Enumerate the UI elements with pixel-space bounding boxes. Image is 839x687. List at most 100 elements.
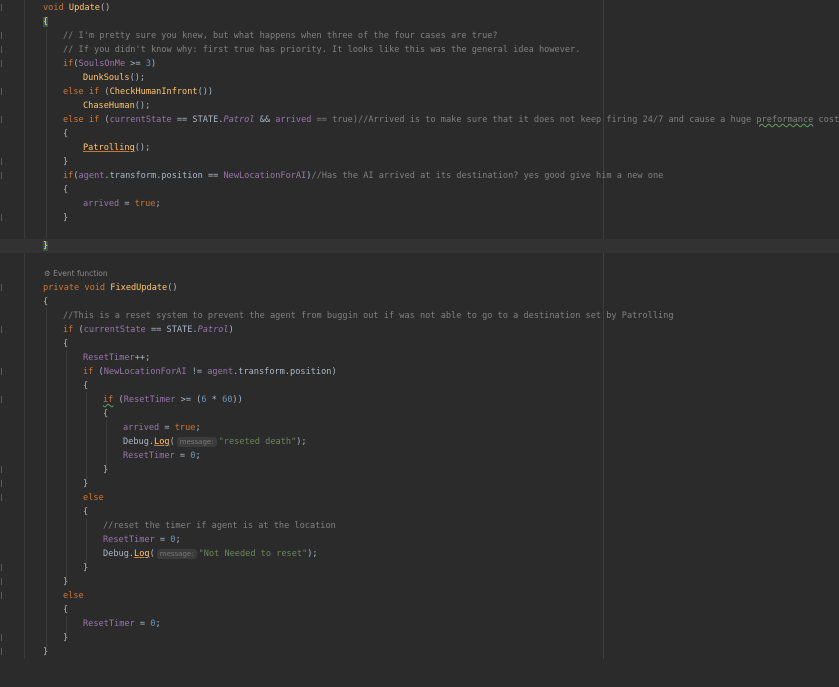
- code-text: ();: [134, 143, 151, 153]
- code-line[interactable]: }: [0, 463, 839, 477]
- code-line[interactable]: }: [0, 575, 839, 589]
- code-line[interactable]: void Update(): [0, 1, 839, 15]
- code-line[interactable]: {: [0, 379, 839, 393]
- code-line[interactable]: else if (CheckHumanInfront()): [0, 85, 839, 99]
- code-text: >= (: [175, 395, 202, 405]
- code-line[interactable]: }: [0, 561, 839, 575]
- code-vision-hint[interactable]: ⚙ Event function: [0, 267, 839, 281]
- code-text: ==: [311, 115, 333, 125]
- method-name: ChaseHuman: [83, 101, 135, 111]
- code-line[interactable]: else: [0, 589, 839, 603]
- code-text: );: [307, 549, 318, 559]
- keyword[interactable]: if: [103, 395, 113, 405]
- event-function-label: Event function: [53, 269, 108, 278]
- code-text: STATE.: [192, 115, 224, 125]
- code-text: ++;: [134, 353, 151, 363]
- string-literal: "reseted death": [218, 437, 297, 447]
- code-text: position: [161, 171, 203, 181]
- code-text: (: [113, 395, 124, 405]
- code-line[interactable]: {: [0, 505, 839, 519]
- code-line[interactable]: }: [0, 477, 839, 491]
- code-line[interactable]: {: [0, 295, 839, 309]
- comment: // If you didn't know why: first true ha…: [63, 45, 581, 55]
- code-line[interactable]: if(SoulsOnMe >= 3): [0, 57, 839, 71]
- field: currentState: [83, 325, 146, 335]
- code-editor[interactable]: void Update() { // I'm pretty sure you k…: [0, 0, 839, 659]
- code-line[interactable]: if (NewLocationForAI != agent.transform.…: [0, 365, 839, 379]
- code-line[interactable]: {: [0, 603, 839, 617]
- code-line[interactable]: else if (currentState == STATE.Patrol &&…: [0, 113, 839, 127]
- code-line[interactable]: }: [0, 645, 839, 659]
- code-text: (: [73, 325, 84, 335]
- method-name: FixedUpdate: [110, 283, 168, 293]
- enum-member: Patrol: [197, 325, 229, 335]
- code-text: ==: [202, 171, 224, 181]
- code-line[interactable]: Debug.Log(message: "reseted death");: [0, 435, 839, 449]
- code-text: =: [134, 619, 151, 629]
- code-line[interactable]: Patrolling();: [0, 141, 839, 155]
- code-text: *: [206, 395, 223, 405]
- code-text: ();: [134, 101, 151, 111]
- method-name: DunkSouls: [83, 73, 130, 83]
- code-line[interactable]: // If you didn't know why: first true ha…: [0, 43, 839, 57]
- method-name[interactable]: Patrolling: [83, 143, 135, 153]
- code-line[interactable]: ResetTimer = 0;: [0, 449, 839, 463]
- code-text: =: [119, 199, 135, 209]
- comment: //Arrived is to make sure that it does n…: [358, 115, 757, 125]
- number: 60: [222, 395, 233, 405]
- brace: }: [43, 241, 49, 251]
- comment: //reset the timer if agent is at the loc…: [103, 521, 336, 531]
- keyword: else: [63, 115, 84, 125]
- code-text: (: [99, 115, 110, 125]
- typo-highlight[interactable]: preformance: [756, 115, 813, 125]
- code-line[interactable]: ResetTimer = 0;: [0, 617, 839, 631]
- code-line[interactable]: arrived = true;: [0, 421, 839, 435]
- code-line[interactable]: if(agent.transform.position == NewLocati…: [0, 169, 839, 183]
- method-name[interactable]: Log: [154, 437, 170, 447]
- enum-member: Patrol: [223, 115, 255, 125]
- code-line[interactable]: if (ResetTimer >= (6 * 60)): [0, 393, 839, 407]
- code-line[interactable]: private void FixedUpdate(): [0, 281, 839, 295]
- code-line[interactable]: //This is a reset system to prevent the …: [0, 309, 839, 323]
- code-text: Debug.: [103, 549, 135, 559]
- code-line[interactable]: DunkSouls();: [0, 71, 839, 85]
- code-line[interactable]: //reset the timer if agent is at the loc…: [0, 519, 839, 533]
- parameter-hint: message:: [176, 437, 217, 447]
- code-line[interactable]: {: [0, 407, 839, 421]
- code-text: ;: [175, 535, 181, 545]
- code-line[interactable]: {: [0, 183, 839, 197]
- code-line[interactable]: }: [0, 155, 839, 169]
- code-line[interactable]: ChaseHuman();: [0, 99, 839, 113]
- brace: }: [103, 465, 109, 475]
- code-text: ==: [145, 325, 167, 335]
- keyword: else: [83, 493, 104, 503]
- code-text: STATE.: [166, 325, 198, 335]
- code-text: =: [159, 423, 175, 433]
- brace: {: [63, 185, 69, 195]
- code-line[interactable]: {: [0, 15, 839, 29]
- code-line[interactable]: ResetTimer++;: [0, 351, 839, 365]
- brace: }: [63, 577, 69, 587]
- code-text: ;: [195, 423, 201, 433]
- code-line[interactable]: // I'm pretty sure you knew, but what ha…: [0, 29, 839, 43]
- field: currentState: [109, 115, 172, 125]
- code-line[interactable]: }: [0, 631, 839, 645]
- code-line[interactable]: if (currentState == STATE.Patrol): [0, 323, 839, 337]
- code-line[interactable]: arrived = true;: [0, 197, 839, 211]
- code-line[interactable]: {: [0, 127, 839, 141]
- code-line[interactable]: ResetTimer = 0;: [0, 533, 839, 547]
- code-text: !=: [186, 367, 208, 377]
- code-line[interactable]: }: [0, 211, 839, 225]
- keyword: else: [63, 591, 84, 601]
- code-line[interactable]: else: [0, 491, 839, 505]
- brace: {: [43, 297, 49, 307]
- code-text: Debug.: [123, 437, 155, 447]
- code-line[interactable]: {: [0, 337, 839, 351]
- code-line[interactable]: Debug.Log(message: "Not Needed to reset")…: [0, 547, 839, 561]
- comment: cost: [813, 115, 839, 125]
- current-code-line[interactable]: }: [0, 239, 839, 253]
- method-name: CheckHumanInfront: [109, 87, 198, 97]
- keyword: void: [43, 3, 64, 13]
- method-name[interactable]: Log: [134, 549, 150, 559]
- code-text: (: [93, 367, 104, 377]
